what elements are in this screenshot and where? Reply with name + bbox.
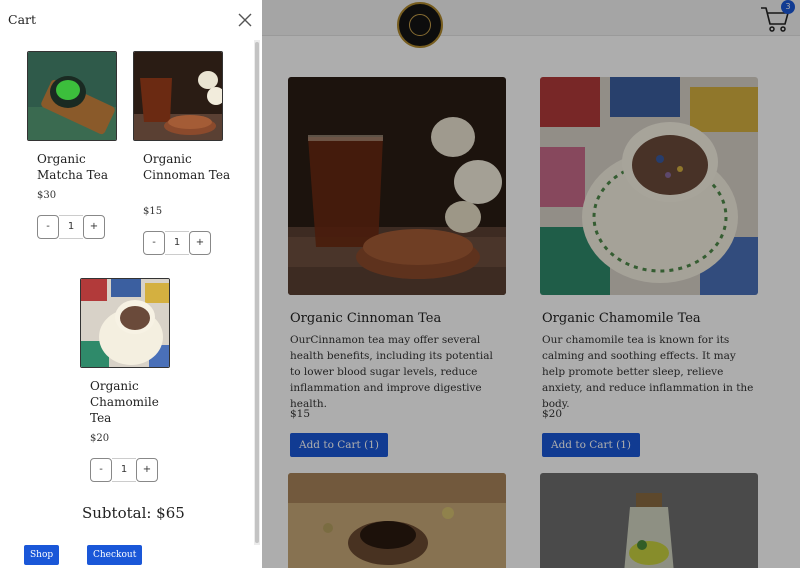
cart-title: Cart bbox=[8, 12, 37, 27]
cart-item-image-chamomile bbox=[80, 278, 170, 368]
quantity-stepper: - 1 + bbox=[37, 215, 107, 239]
quantity-value[interactable]: 1 bbox=[165, 231, 189, 255]
scrollbar-thumb[interactable] bbox=[255, 42, 259, 543]
decrease-quantity-button[interactable]: - bbox=[90, 458, 112, 482]
decrease-quantity-button[interactable]: - bbox=[37, 215, 59, 239]
quantity-value[interactable]: 1 bbox=[112, 458, 136, 482]
cart-drawer: Cart Organic Matcha Tea $30 - 1 + Organi… bbox=[0, 0, 262, 568]
increase-quantity-button[interactable]: + bbox=[189, 231, 211, 255]
quantity-stepper: - 1 + bbox=[143, 231, 213, 255]
checkout-button[interactable]: Checkout bbox=[87, 545, 143, 565]
cart-item-image-cinnamon bbox=[133, 51, 223, 141]
cart-item-name: Organic Matcha Tea bbox=[37, 152, 109, 182]
close-icon[interactable] bbox=[237, 12, 253, 28]
increase-quantity-button[interactable]: + bbox=[136, 458, 158, 482]
cart-item-name: Organic Cinnoman Tea bbox=[143, 152, 231, 182]
quantity-stepper: - 1 + bbox=[90, 458, 160, 482]
cart-item-price: $30 bbox=[37, 190, 57, 201]
cart-item-image-matcha bbox=[27, 51, 117, 141]
cart-item-price: $15 bbox=[143, 206, 163, 217]
cart-item-price: $20 bbox=[90, 433, 110, 444]
shop-button[interactable]: Shop bbox=[24, 545, 60, 565]
decrease-quantity-button[interactable]: - bbox=[143, 231, 165, 255]
cart-item-name: Organic Chamomile Tea bbox=[90, 379, 159, 425]
increase-quantity-button[interactable]: + bbox=[83, 215, 105, 239]
cart-subtotal: Subtotal: $65 bbox=[82, 504, 185, 522]
quantity-value[interactable]: 1 bbox=[59, 215, 83, 239]
